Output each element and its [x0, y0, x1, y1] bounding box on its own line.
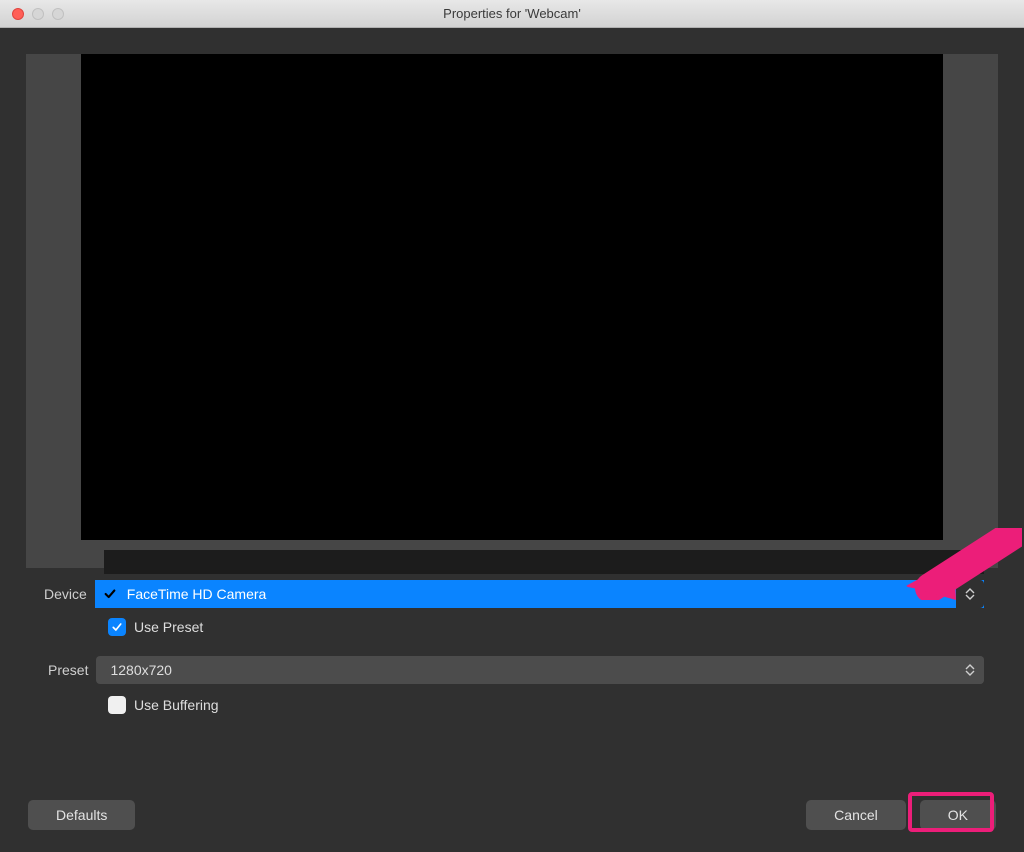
- preset-select[interactable]: 1280x720: [96, 656, 984, 684]
- device-value: FaceTime HD Camera: [127, 586, 267, 602]
- use-buffering-row: Use Buffering: [108, 696, 219, 714]
- minimize-window-button[interactable]: [32, 8, 44, 20]
- use-preset-label: Use Preset: [134, 619, 203, 635]
- device-label: Device: [44, 586, 87, 602]
- dialog-buttons: Defaults Cancel OK: [28, 800, 996, 830]
- use-preset-checkbox[interactable]: [108, 618, 126, 636]
- device-select-stepper[interactable]: [956, 580, 984, 608]
- use-preset-row: Use Preset: [108, 618, 203, 636]
- preset-label: Preset: [48, 662, 88, 678]
- preset-row: Preset 1280x720: [48, 656, 984, 684]
- maximize-window-button[interactable]: [52, 8, 64, 20]
- preset-select-stepper[interactable]: [956, 656, 984, 684]
- preset-value: 1280x720: [110, 662, 172, 678]
- cancel-button[interactable]: Cancel: [806, 800, 906, 830]
- close-window-button[interactable]: [12, 8, 24, 20]
- use-buffering-label: Use Buffering: [134, 697, 219, 713]
- defaults-button[interactable]: Defaults: [28, 800, 135, 830]
- titlebar: Properties for 'Webcam': [0, 0, 1024, 28]
- device-row: Device FaceTime HD Camera: [44, 580, 984, 608]
- window-title: Properties for 'Webcam': [0, 6, 1024, 21]
- dialog-body: Device FaceTime HD Camera Use Preset Pre…: [0, 28, 1024, 852]
- device-select[interactable]: FaceTime HD Camera: [95, 580, 984, 608]
- preview-shadow: [104, 550, 984, 574]
- window-controls: [0, 8, 64, 20]
- ok-button[interactable]: OK: [920, 800, 996, 830]
- webcam-preview: [81, 54, 943, 540]
- preview-container: [26, 54, 998, 568]
- check-icon: [103, 587, 117, 601]
- use-buffering-checkbox[interactable]: [108, 696, 126, 714]
